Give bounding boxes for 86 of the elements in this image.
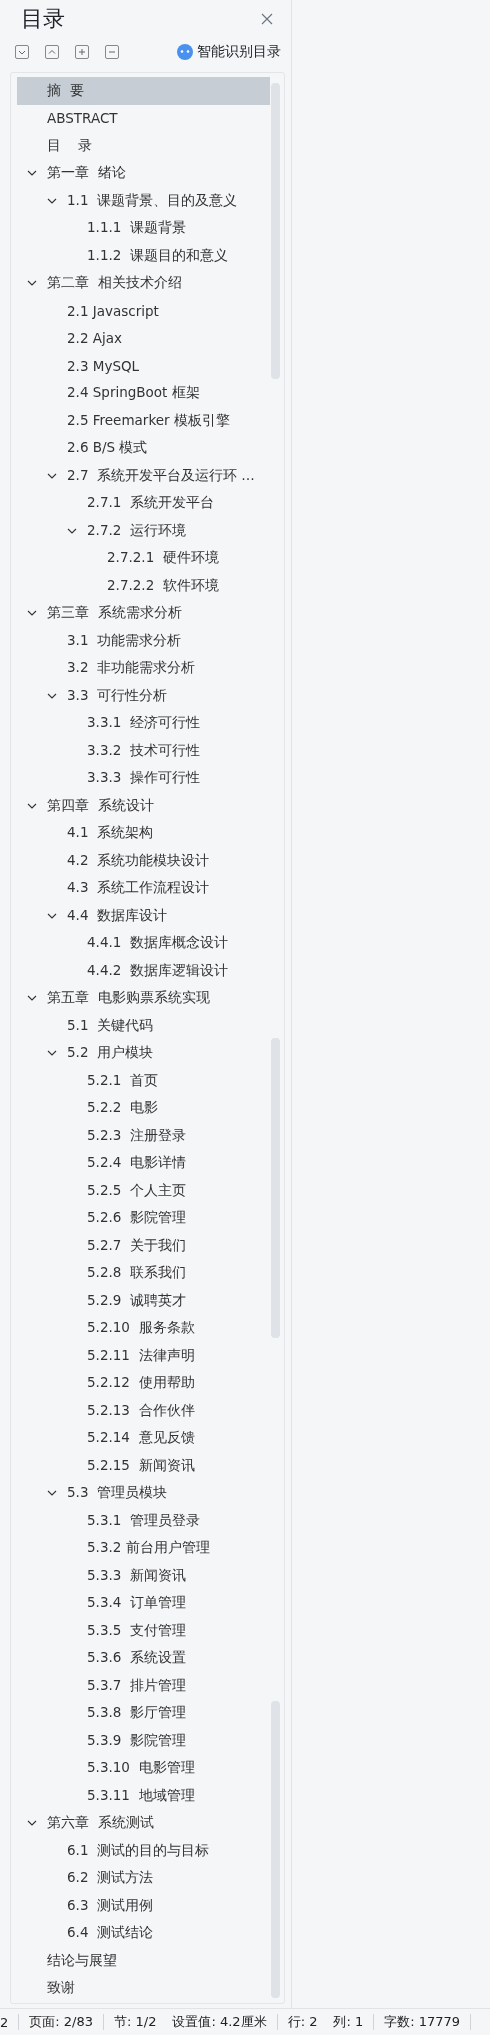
toc-item[interactable]: 3.3 可行性分析 — [17, 682, 270, 710]
toc-item[interactable]: 2.2 Ajax — [17, 324, 270, 352]
toc-item[interactable]: 5.3.11 地域管理 — [17, 1782, 270, 1810]
toc-item[interactable]: 3.3.2 技术可行性 — [17, 737, 270, 765]
status-text: 节: 1/2 — [114, 2013, 157, 2031]
toc-item[interactable]: 3.3.3 操作可行性 — [17, 764, 270, 792]
toc-item[interactable]: 5.3.6 系统设置 — [17, 1644, 270, 1672]
toc-item[interactable]: 5.2.11 法律声明 — [17, 1342, 270, 1370]
toc-item[interactable]: 5.3.3 新闻资讯 — [17, 1562, 270, 1590]
status-text: 字数: 17779 — [384, 2013, 461, 2031]
toc-item[interactable]: 5.2 用户模块 — [17, 1039, 270, 1067]
status-text: 设置值: 4.2厘米 — [172, 2013, 267, 2031]
toc-item[interactable]: 2.7.1 系统开发平台 — [17, 489, 270, 517]
toc-item[interactable]: 第五章 电影购票系统实现 — [17, 984, 270, 1012]
toc-item[interactable]: 致谢 — [17, 1974, 270, 2002]
toc-item[interactable]: 4.3 系统工作流程设计 — [17, 874, 270, 902]
close-icon[interactable] — [261, 13, 273, 25]
toc-item[interactable]: 1.1.2 课题目的和意义 — [17, 242, 270, 270]
toc-item[interactable]: 第四章 系统设计 — [17, 792, 270, 820]
toc-item[interactable]: 5.2.2 电影 — [17, 1094, 270, 1122]
toc-item[interactable]: 5.2.12 使用帮助 — [17, 1369, 270, 1397]
toc-item[interactable]: 5.2.9 诚聘英才 — [17, 1287, 270, 1315]
minus-icon[interactable] — [105, 45, 119, 59]
toc-item[interactable]: 5.3.5 支付管理 — [17, 1617, 270, 1645]
status-text: 页面: 2/83 — [29, 2013, 93, 2031]
dots-circle-icon — [177, 44, 193, 60]
toc-item[interactable]: 5.2.5 个人主页 — [17, 1177, 270, 1205]
toc-item[interactable]: 5.3.2 前台用户管理 — [17, 1534, 270, 1562]
plus-icon[interactable] — [75, 45, 89, 59]
toc-item[interactable]: 2.7.2.2 软件环境 — [17, 572, 270, 600]
toc-item[interactable]: 5.3.4 订单管理 — [17, 1589, 270, 1617]
toc-item[interactable]: 摘 要 — [17, 77, 270, 105]
toc-item[interactable]: 6.1 测试的目的与目标 — [17, 1837, 270, 1865]
toc-item[interactable]: 5.3 管理员模块 — [17, 1479, 270, 1507]
toc-item[interactable]: 5.3.1 管理员登录 — [17, 1507, 270, 1535]
toc-item[interactable]: 目 录 — [17, 132, 270, 160]
toc-item[interactable]: 5.2.1 首页 — [17, 1067, 270, 1095]
toc-item[interactable]: 5.2.13 合作伙伴 — [17, 1397, 270, 1425]
status-text: 2 — [0, 2014, 9, 2030]
toc-item[interactable]: 2.5 Freemarker 模板引擎 — [17, 407, 270, 435]
pane-title: 目录 — [21, 5, 65, 33]
toc-item[interactable]: 结论与展望 — [17, 1947, 270, 1975]
toc-item[interactable]: 4.2 系统功能模块设计 — [17, 847, 270, 875]
status-text: 列: 1 — [333, 2013, 364, 2031]
toc-item[interactable]: ABSTRACT — [17, 104, 270, 132]
toc-item[interactable]: 2.4 SpringBoot 框架 — [17, 379, 270, 407]
toc-item[interactable]: 5.2.4 电影详情 — [17, 1149, 270, 1177]
toc-item[interactable]: 5.3.9 影院管理 — [17, 1727, 270, 1755]
toc-item[interactable]: 5.2.10 服务条款 — [17, 1314, 270, 1342]
toc-item[interactable]: 第三章 系统需求分析 — [17, 599, 270, 627]
toc-item[interactable]: 4.4.2 数据库逻辑设计 — [17, 957, 270, 985]
toc-item[interactable]: 6.4 测试结论 — [17, 1919, 270, 1947]
collapse-all-icon[interactable] — [45, 45, 59, 59]
toc-item[interactable]: 1.1 课题背景、目的及意义 — [17, 187, 270, 215]
toc-item[interactable]: 5.1 关键代码 — [17, 1012, 270, 1040]
toc-item[interactable]: 2.7.2 运行环境 — [17, 517, 270, 545]
toc-item[interactable]: 6.2 测试方法 — [17, 1864, 270, 1892]
toc-item[interactable]: 6.3 测试用例 — [17, 1892, 270, 1920]
toc-item[interactable]: 5.3.8 影厅管理 — [17, 1699, 270, 1727]
toc-item[interactable]: 5.3.7 排片管理 — [17, 1672, 270, 1700]
smart-toc-button[interactable]: 智能识别目录 — [177, 43, 281, 61]
expand-all-icon[interactable] — [15, 45, 29, 59]
toc-item[interactable]: 4.4.1 数据库概念设计 — [17, 929, 270, 957]
status-text: 行: 2 — [287, 2013, 318, 2031]
toc-item[interactable]: 3.2 非功能需求分析 — [17, 654, 270, 682]
toc-item[interactable]: 5.2.8 联系我们 — [17, 1259, 270, 1287]
toc-item[interactable]: 第六章 系统测试 — [17, 1809, 270, 1837]
toc-item[interactable]: 2.7 系统开发平台及运行环 … — [17, 462, 270, 490]
toc-item[interactable]: 5.2.3 注册登录 — [17, 1122, 270, 1150]
toc-item[interactable]: 4.4 数据库设计 — [17, 902, 270, 930]
toc-item[interactable]: 第二章 相关技术介绍 — [17, 269, 270, 297]
toc-item[interactable]: 5.2.15 新闻资讯 — [17, 1452, 270, 1480]
toc-item[interactable]: 4.1 系统架构 — [17, 819, 270, 847]
toc-item[interactable]: 1.1.1 课题背景 — [17, 214, 270, 242]
toc-item[interactable]: 5.3.10 电影管理 — [17, 1754, 270, 1782]
toc-item[interactable]: 2.7.2.1 硬件环境 — [17, 544, 270, 572]
toc-item[interactable]: 2.1 Javascript — [17, 297, 270, 325]
toc-item[interactable]: 5.2.14 意见反馈 — [17, 1424, 270, 1452]
toc-item[interactable]: 5.2.6 影院管理 — [17, 1204, 270, 1232]
toc-item[interactable]: 5.2.7 关于我们 — [17, 1232, 270, 1260]
toc-item[interactable]: 3.3.1 经济可行性 — [17, 709, 270, 737]
toc-item[interactable]: 2.3 MySQL — [17, 352, 270, 380]
toc-item[interactable]: 3.1 功能需求分析 — [17, 627, 270, 655]
toc-item[interactable]: 第一章 绪论 — [17, 159, 270, 187]
scrollbar-thumb[interactable] — [271, 83, 280, 379]
toc-item[interactable]: 2.6 B/S 模式 — [17, 434, 270, 462]
